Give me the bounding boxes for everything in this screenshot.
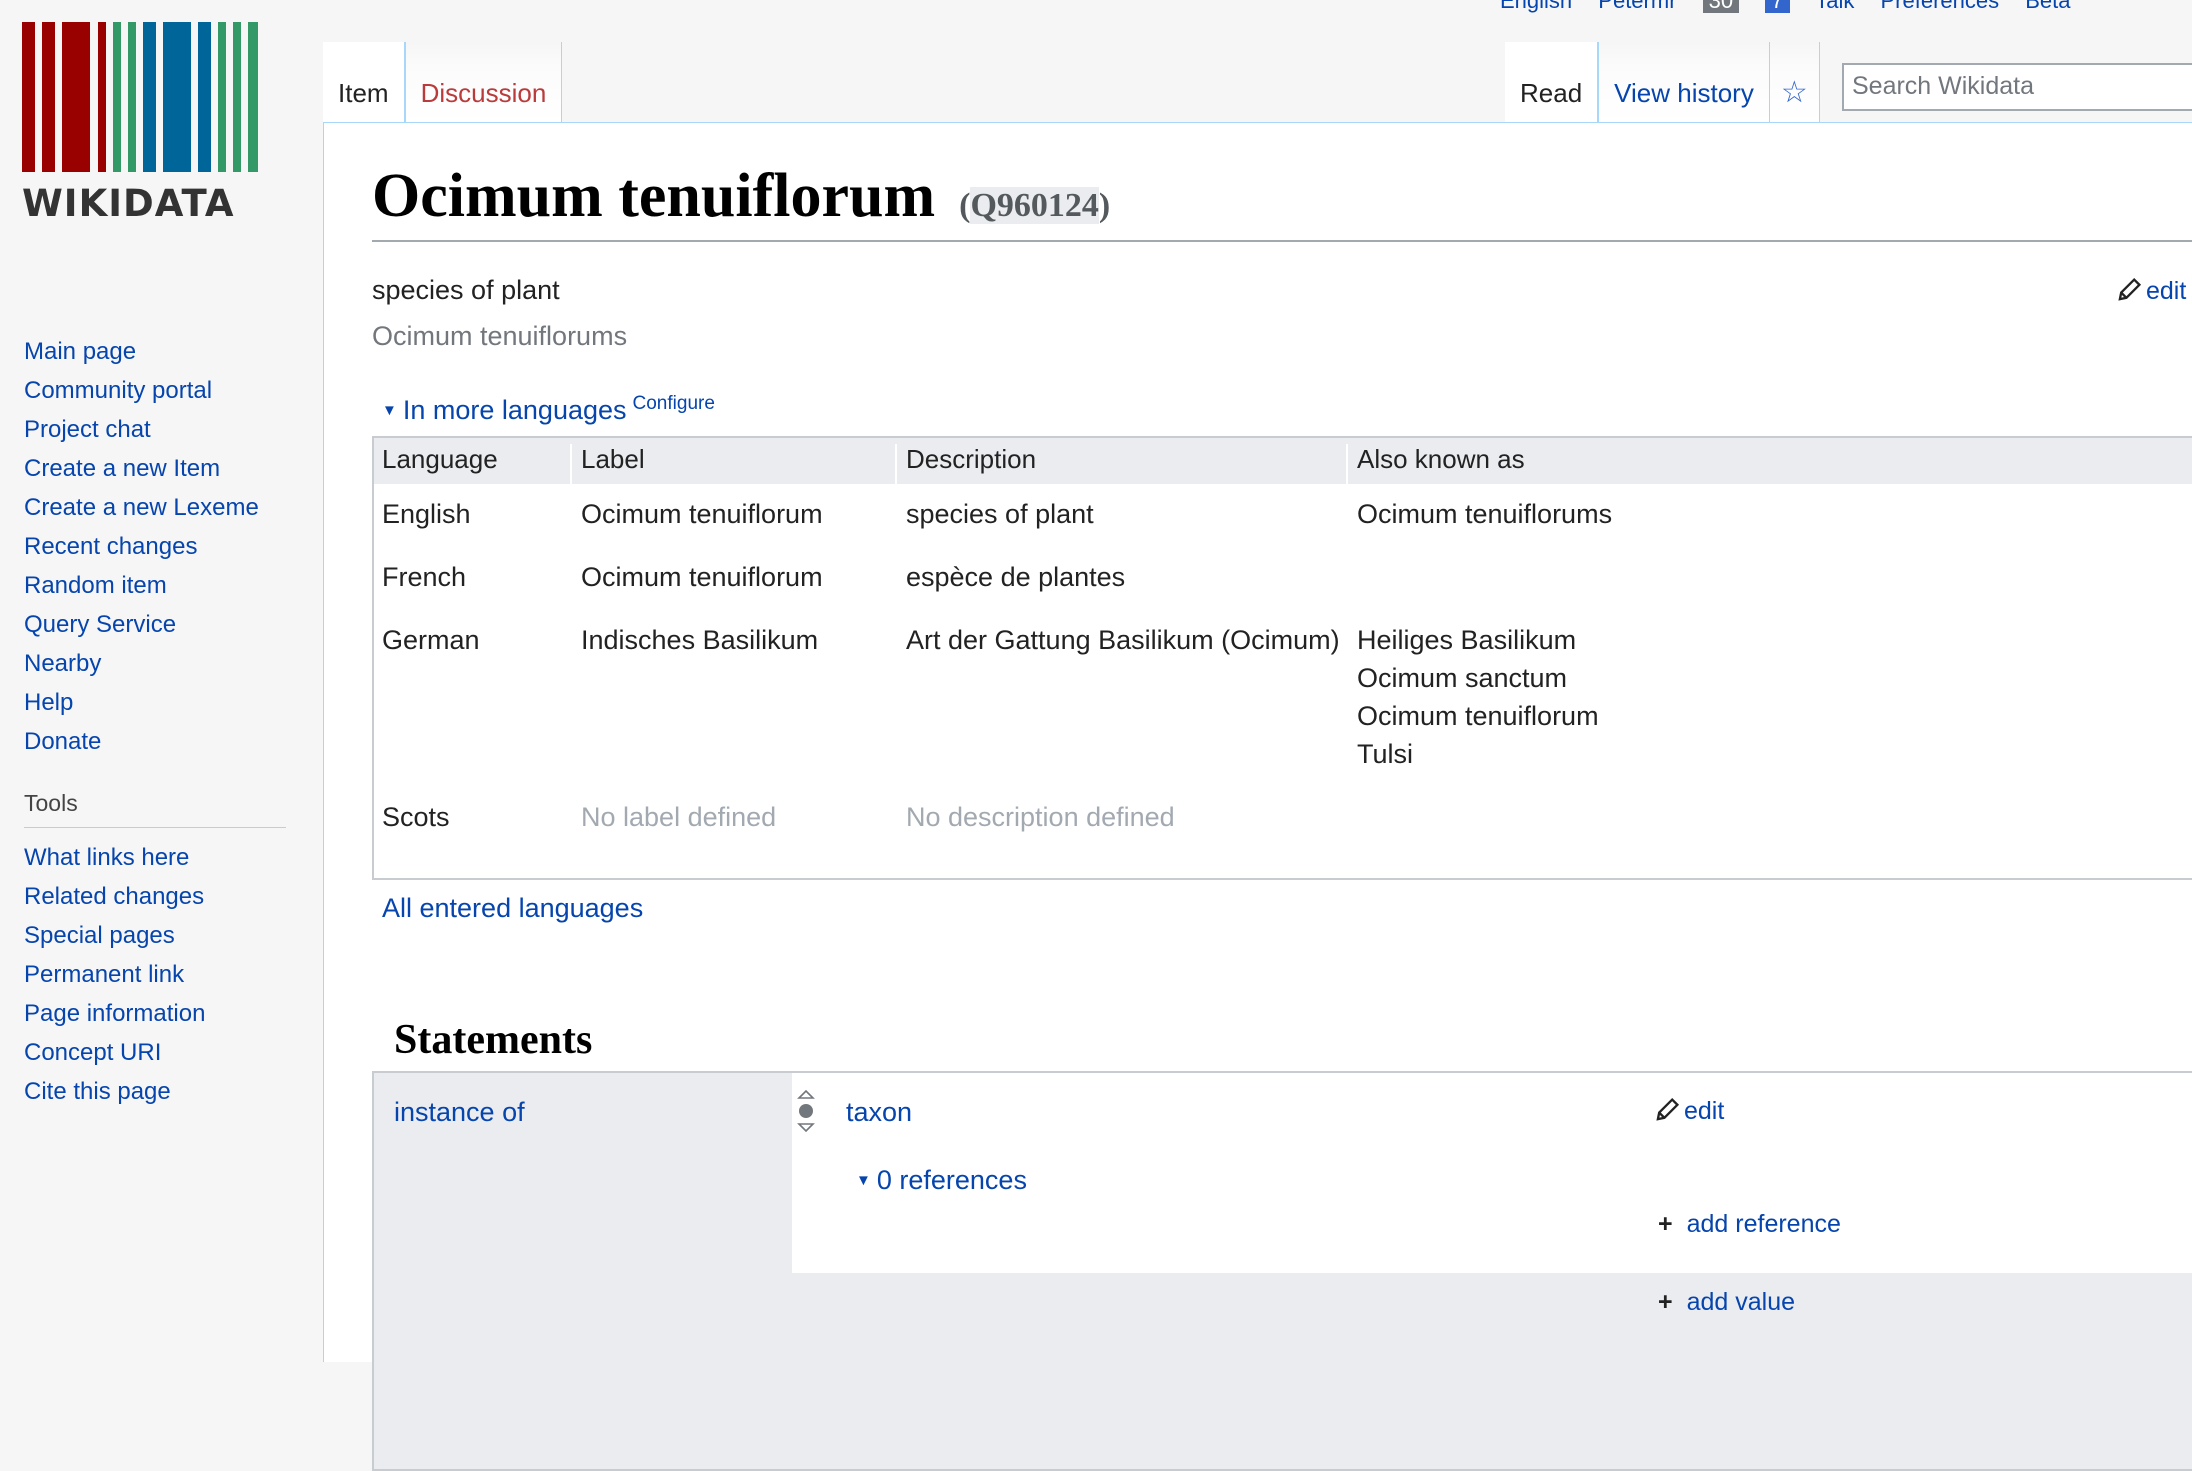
item-id: (Q960124) xyxy=(959,187,1111,224)
plus-icon: + xyxy=(1658,1288,1673,1316)
row-english-description: species of plant xyxy=(906,499,1094,529)
view-tabs: Read View history ☆ xyxy=(1505,42,1820,122)
tool-cite-this-page[interactable]: Cite this page xyxy=(24,1078,171,1105)
namespace-tabs: Item Discussion xyxy=(323,42,563,122)
item-id-value: Q960124 xyxy=(970,187,1099,224)
tools-list: What links here Related changes Special … xyxy=(24,838,286,1111)
languages-table: Language Label Description Also known as… xyxy=(372,436,2192,880)
add-value-label: add value xyxy=(1686,1288,1796,1316)
statement-edit-button[interactable]: edit xyxy=(1654,1097,1724,1126)
tool-concept-uri[interactable]: Concept URI xyxy=(24,1039,161,1066)
nav-recent-changes[interactable]: Recent changes xyxy=(24,533,197,560)
header-description: Description xyxy=(906,444,1037,474)
row-german-language: German xyxy=(382,625,480,655)
search-input[interactable]: Search Wikidata xyxy=(1842,63,2192,111)
beta-link[interactable]: Beta xyxy=(2025,0,2070,13)
item-description: species of plant xyxy=(372,275,560,305)
header-edit-button[interactable]: edit xyxy=(2116,277,2186,306)
nav-help[interactable]: Help xyxy=(24,689,73,716)
tool-what-links-here[interactable]: What links here xyxy=(24,844,189,871)
statement-value-link[interactable]: taxon xyxy=(846,1097,912,1128)
statements-heading: Statements xyxy=(394,1017,593,1063)
nav-community-portal[interactable]: Community portal xyxy=(24,377,212,404)
all-languages-link[interactable]: All entered languages xyxy=(382,893,643,924)
nav-random-item[interactable]: Random item xyxy=(24,572,167,599)
item-label: Ocimum tenuiflorum xyxy=(372,162,936,230)
configure-link[interactable]: Configure xyxy=(633,393,715,414)
tools-portal: Tools What links here Related changes Sp… xyxy=(24,790,286,1111)
more-languages-toggle[interactable]: ▼ In more languages Configure xyxy=(382,393,715,426)
wikidata-logo[interactable]: WIKIDATA xyxy=(22,22,272,232)
triangle-down-icon: ▼ xyxy=(382,402,397,419)
logo-barcode xyxy=(22,22,268,172)
row-scots-language: Scots xyxy=(382,802,450,832)
header-label: Label xyxy=(581,444,645,474)
talk-link[interactable]: Talk xyxy=(1815,0,1854,13)
tool-permanent-link[interactable]: Permanent link xyxy=(24,961,184,988)
tab-read[interactable]: Read xyxy=(1505,42,1599,122)
statement-group: instance of taxon edit ▼ 0 references + ad… xyxy=(372,1071,2192,1471)
row-scots-label: No label defined xyxy=(581,802,777,832)
add-value-button[interactable]: + add value xyxy=(1658,1288,1795,1317)
references-label: 0 references xyxy=(876,1165,1027,1195)
row-german-alias-2: Ocimum sanctum xyxy=(1357,663,1568,693)
rank-selector-icon[interactable] xyxy=(796,1089,816,1133)
header-edit-label: edit xyxy=(2146,277,2187,305)
navigation-list: Main page Community portal Project chat … xyxy=(24,332,259,761)
header-aliases: Also known as xyxy=(1357,444,1525,474)
notifications-badge[interactable]: 30 xyxy=(1702,0,1740,13)
add-reference-label: add reference xyxy=(1686,1210,1841,1238)
row-english-label: Ocimum tenuiflorum xyxy=(581,499,823,529)
pencil-icon xyxy=(1656,1097,1680,1121)
row-german-alias-1: Heiliges Basilikum xyxy=(1357,625,1577,655)
tool-special-pages[interactable]: Special pages xyxy=(24,922,175,949)
more-languages-label[interactable]: In more languages xyxy=(403,395,627,425)
add-reference-button[interactable]: + add reference xyxy=(1658,1210,1841,1239)
user-link[interactable]: Petermr xyxy=(1598,0,1676,13)
row-german-label: Indisches Basilikum xyxy=(581,625,819,655)
plus-icon: + xyxy=(1658,1210,1673,1238)
row-scots-description: No description defined xyxy=(906,802,1175,832)
nav-create-lexeme[interactable]: Create a new Lexeme xyxy=(24,494,259,521)
row-english-language: English xyxy=(382,499,471,529)
tab-view-history[interactable]: View history xyxy=(1598,42,1770,122)
nav-nearby[interactable]: Nearby xyxy=(24,650,101,677)
tools-heading: Tools xyxy=(24,790,286,828)
statement-body: taxon edit ▼ 0 references + add reference xyxy=(792,1073,2192,1273)
nav-project-chat[interactable]: Project chat xyxy=(24,416,151,443)
tab-discussion[interactable]: Discussion xyxy=(404,42,563,122)
row-french-label: Ocimum tenuiflorum xyxy=(581,562,823,592)
personal-tools: English Petermr 30 7 Talk Preferences Be… xyxy=(1500,0,2091,13)
nav-main-page[interactable]: Main page xyxy=(24,338,136,365)
navigation-portal: Main page Community portal Project chat … xyxy=(24,332,259,761)
tool-page-information[interactable]: Page information xyxy=(24,1000,205,1027)
page-title: Ocimum tenuiflorum (Q960124) xyxy=(372,161,2192,242)
languages-table-header: Language Label Description Also known as xyxy=(374,438,2192,490)
pencil-icon xyxy=(2118,277,2142,301)
nav-create-item[interactable]: Create a new Item xyxy=(24,455,220,482)
sidebar: WIKIDATA Main page Community portal Proj… xyxy=(0,0,322,1346)
header-language: Language xyxy=(382,444,498,474)
tab-item[interactable]: Item xyxy=(323,42,405,122)
property-link[interactable]: instance of xyxy=(394,1097,525,1128)
row-german-alias-3: Ocimum tenuiflorum xyxy=(1357,701,1599,731)
nav-donate[interactable]: Donate xyxy=(24,728,101,755)
row-french-language: French xyxy=(382,562,467,592)
content-area: Ocimum tenuiflorum (Q960124) species of p… xyxy=(323,122,2192,1471)
row-english-alias: Ocimum tenuiflorums xyxy=(1357,499,1613,529)
messages-badge[interactable]: 7 xyxy=(1765,0,1790,13)
nav-query-service[interactable]: Query Service xyxy=(24,611,176,638)
item-aliases: Ocimum tenuiflorums xyxy=(372,321,628,351)
logo-wordmark: WIKIDATA xyxy=(22,182,235,225)
preferences-link[interactable]: Preferences xyxy=(1880,0,1999,13)
watch-star-icon[interactable]: ☆ xyxy=(1769,42,1820,122)
row-german-alias-4: Tulsi xyxy=(1357,739,1414,769)
statement-edit-label: edit xyxy=(1684,1097,1725,1125)
triangle-down-icon: ▼ xyxy=(856,1172,871,1189)
row-french-description: espèce de plantes xyxy=(906,562,1126,592)
tool-related-changes[interactable]: Related changes xyxy=(24,883,204,910)
row-german-description: Art der Gattung Basilikum (Ocimum) xyxy=(906,625,1340,655)
language-link[interactable]: English xyxy=(1500,0,1572,13)
references-toggle[interactable]: ▼ 0 references xyxy=(856,1165,1027,1196)
